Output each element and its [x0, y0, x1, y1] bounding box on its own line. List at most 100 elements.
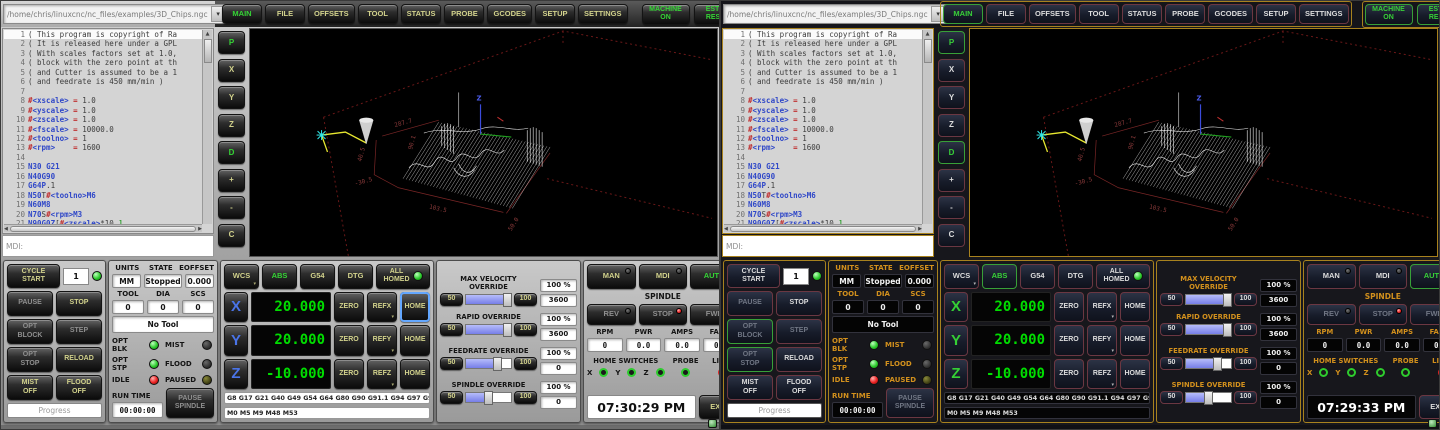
- spindle-max-button[interactable]: 100: [1234, 391, 1257, 404]
- scroll-left-icon[interactable]: ◀: [724, 226, 728, 232]
- view-x-button[interactable]: X: [938, 59, 965, 82]
- cycle-count-spinner[interactable]: 1: [63, 268, 89, 285]
- max-velocity-slider[interactable]: [1185, 294, 1232, 305]
- horizontal-scrollbar[interactable]: ◀ ▶: [4, 224, 202, 232]
- tab-status[interactable]: STATUS: [401, 4, 442, 24]
- opt-block-button[interactable]: OPT BLOCK: [7, 319, 53, 344]
- rapid-max-button[interactable]: 100: [1234, 323, 1257, 336]
- home-z-button[interactable]: HOME: [400, 359, 430, 390]
- ref-x-button[interactable]: REFX▾: [367, 292, 397, 323]
- tab-gcodes[interactable]: GCODES: [487, 4, 532, 24]
- axis-z-button[interactable]: Z: [224, 359, 248, 390]
- cycle-start-button[interactable]: CYCLE START: [7, 264, 60, 288]
- flood-off-button[interactable]: FLOOD OFF: [776, 375, 822, 400]
- gremlin-3d-view[interactable]: 103.5 50.0 40.5 -30.5 287.7 90.1: [249, 28, 718, 257]
- axis-x-button[interactable]: X: [944, 292, 968, 323]
- dtg-button[interactable]: DTG: [1058, 264, 1093, 289]
- ref-y-button[interactable]: REFY▾: [367, 325, 397, 356]
- rapid-min-button[interactable]: 50: [1160, 323, 1183, 336]
- abs-button[interactable]: ABS: [262, 264, 297, 289]
- tab-probe[interactable]: PROBE: [1165, 4, 1205, 24]
- tab-main[interactable]: MAIN: [222, 4, 262, 24]
- tab-setup[interactable]: SETUP: [1256, 4, 1296, 24]
- rapid-override-slider[interactable]: [465, 324, 512, 335]
- scroll-left-icon[interactable]: ◀: [4, 226, 8, 232]
- view-z-button[interactable]: Z: [218, 114, 245, 137]
- scroll-up-icon[interactable]: ▲: [206, 30, 210, 38]
- gcode-listing[interactable]: 1( This program is copyright of Ra2( It …: [722, 28, 934, 234]
- tab-gcodes[interactable]: GCODES: [1208, 4, 1253, 24]
- zoom-out-button[interactable]: -: [218, 196, 245, 219]
- file-path-combo[interactable]: /home/chris/linuxcnc/nc_files/examples/3…: [723, 4, 948, 24]
- man-mode-button[interactable]: MAN: [587, 264, 636, 289]
- ref-y-button[interactable]: REFY▾: [1087, 325, 1117, 356]
- man-mode-button[interactable]: MAN: [1307, 264, 1356, 289]
- scroll-right-icon[interactable]: ▶: [918, 226, 922, 232]
- axis-x-button[interactable]: X: [224, 292, 248, 323]
- auto-mode-button[interactable]: AUTO: [1410, 264, 1440, 289]
- max-velocity-max-button[interactable]: 100: [1234, 293, 1257, 306]
- spindle-stop-button[interactable]: STOP: [1359, 304, 1408, 325]
- home-y-button[interactable]: HOME: [1120, 325, 1150, 356]
- exit-button[interactable]: EXIT: [1419, 395, 1440, 419]
- stop-button[interactable]: STOP: [776, 291, 822, 316]
- axis-z-button[interactable]: Z: [944, 359, 968, 390]
- zero-x-button[interactable]: ZERO: [1054, 292, 1084, 323]
- step-button[interactable]: STEP: [56, 319, 102, 344]
- spindle-rev-button[interactable]: REV: [587, 304, 636, 325]
- view-dimensions-button[interactable]: D: [938, 141, 965, 164]
- tab-status[interactable]: STATUS: [1122, 4, 1163, 24]
- view-dimensions-button[interactable]: D: [218, 141, 245, 164]
- scrollbar-thumb[interactable]: [10, 226, 196, 232]
- tab-settings[interactable]: SETTINGS: [1299, 4, 1349, 24]
- home-x-button[interactable]: HOME: [1120, 292, 1150, 323]
- step-button[interactable]: STEP: [776, 319, 822, 344]
- zero-y-button[interactable]: ZERO: [334, 325, 364, 356]
- tab-file[interactable]: FILE: [986, 4, 1026, 24]
- zoom-in-button[interactable]: +: [218, 169, 245, 192]
- gcode-listing[interactable]: 1( This program is copyright of Ra2( It …: [2, 28, 214, 234]
- spindle-min-button[interactable]: 50: [1160, 391, 1183, 404]
- auto-mode-button[interactable]: AUTO: [690, 264, 720, 289]
- tab-file[interactable]: FILE: [265, 4, 305, 24]
- max-velocity-min-button[interactable]: 50: [440, 293, 463, 306]
- mist-off-button[interactable]: MIST OFF: [7, 375, 53, 400]
- feedrate-override-slider[interactable]: [465, 358, 512, 369]
- tray-icon[interactable]: [1428, 419, 1437, 428]
- opt-stop-button[interactable]: OPT STOP: [7, 347, 53, 372]
- tab-setup[interactable]: SETUP: [535, 4, 575, 24]
- view-z-button[interactable]: Z: [938, 114, 965, 137]
- feedrate-override-slider[interactable]: [1185, 358, 1232, 369]
- feedrate-max-button[interactable]: 100: [1234, 357, 1257, 370]
- all-homed-button[interactable]: ALL HOMED: [1096, 264, 1150, 289]
- view-y-button[interactable]: Y: [218, 86, 245, 109]
- horizontal-scrollbar[interactable]: ◀ ▶: [724, 224, 922, 232]
- spindle-max-button[interactable]: 100: [514, 391, 537, 404]
- feedrate-min-button[interactable]: 50: [1160, 357, 1183, 370]
- scrollbar-thumb[interactable]: [924, 39, 932, 63]
- scroll-up-icon[interactable]: ▲: [926, 30, 930, 38]
- spindle-rev-button[interactable]: REV: [1307, 304, 1356, 325]
- pause-spindle-button[interactable]: PAUSE SPINDLE: [886, 388, 934, 418]
- vertical-scrollbar[interactable]: ▲: [922, 30, 932, 224]
- cycle-count-spinner[interactable]: 1: [783, 268, 809, 285]
- scrollbar-thumb[interactable]: [204, 39, 212, 63]
- vertical-scrollbar[interactable]: ▲: [202, 30, 212, 224]
- scrollbar-thumb[interactable]: [730, 226, 916, 232]
- flood-off-button[interactable]: FLOOD OFF: [56, 375, 102, 400]
- spindle-min-button[interactable]: 50: [440, 391, 463, 404]
- max-velocity-slider[interactable]: [465, 294, 512, 305]
- tray-icon[interactable]: [708, 419, 717, 428]
- tab-settings[interactable]: SETTINGS: [578, 4, 628, 24]
- rapid-max-button[interactable]: 100: [514, 323, 537, 336]
- opt-block-button[interactable]: OPT BLOCK: [727, 319, 773, 344]
- tab-tool[interactable]: TOOL: [1079, 4, 1119, 24]
- zero-z-button[interactable]: ZERO: [334, 359, 364, 390]
- g54-button[interactable]: G54: [300, 264, 335, 289]
- wcs-button[interactable]: WCS▾: [224, 264, 259, 289]
- tab-tool[interactable]: TOOL: [358, 4, 398, 24]
- all-homed-button[interactable]: ALL HOMED: [376, 264, 430, 289]
- pause-spindle-button[interactable]: PAUSE SPINDLE: [166, 388, 214, 418]
- clear-plot-button[interactable]: C: [218, 224, 245, 247]
- tab-main[interactable]: MAIN: [943, 4, 983, 24]
